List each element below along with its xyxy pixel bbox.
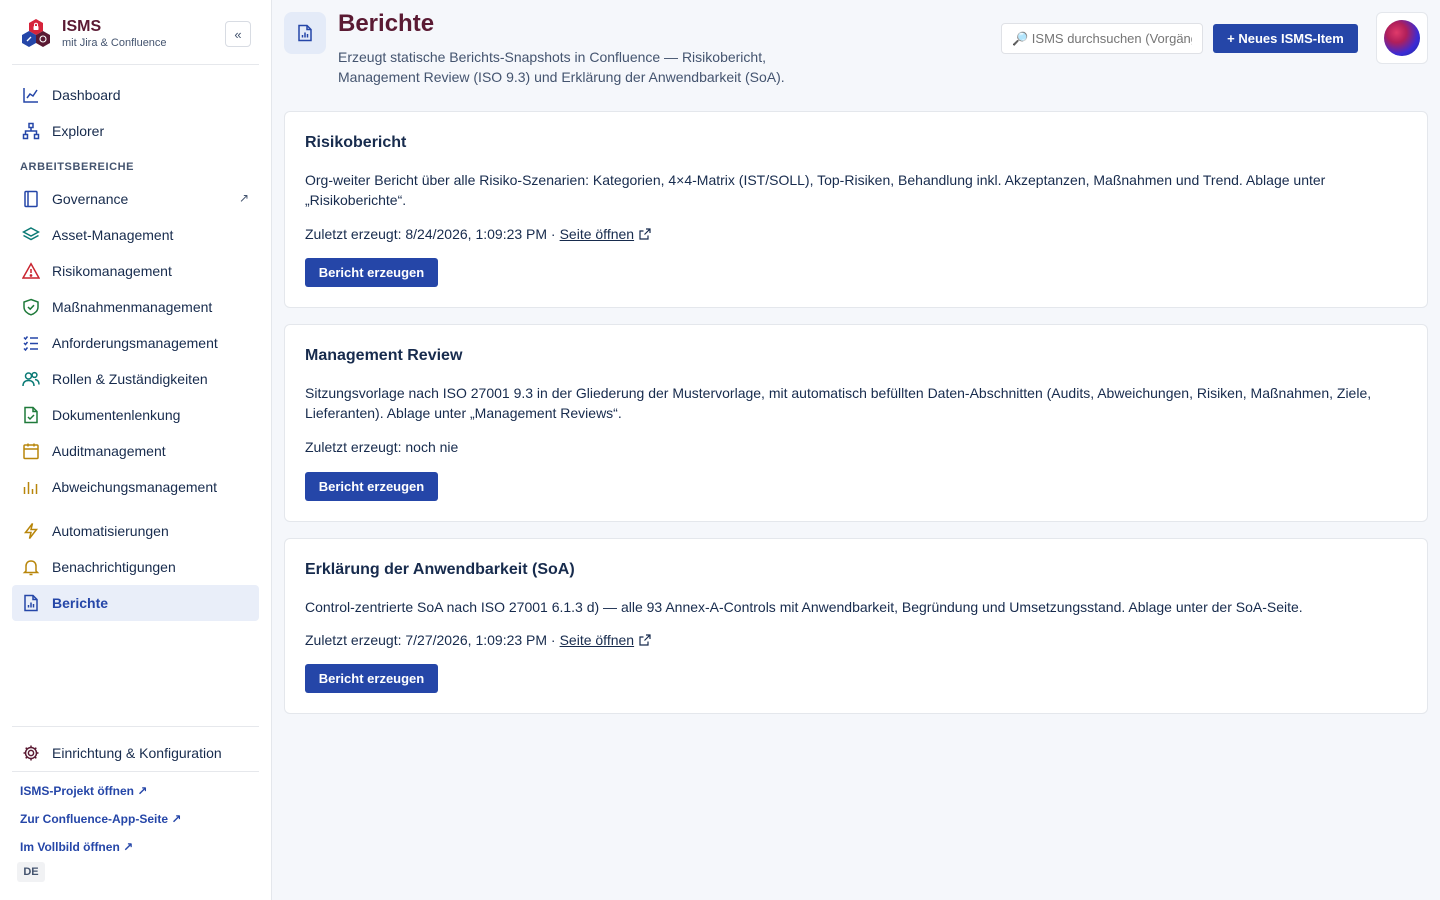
isms-logo-icon (22, 19, 50, 47)
bell-icon (22, 560, 40, 576)
document-check-icon (24, 406, 38, 424)
users-icon (22, 371, 40, 387)
generate-report-button[interactable]: Bericht erzeugen (305, 472, 438, 501)
generate-report-button[interactable]: Bericht erzeugen (305, 664, 438, 693)
sidebar: ISMS mit Jira & Confluence « Dashboard E… (0, 0, 272, 900)
language-switch[interactable]: DE (17, 862, 45, 882)
warning-icon (22, 262, 40, 279)
nav-item-notifications[interactable]: Benachrichtigungen (12, 549, 259, 585)
gear-icon (23, 745, 39, 761)
external-link-icon: ↗ (238, 191, 249, 205)
page-header-icon (284, 12, 326, 54)
nav-item-governance[interactable]: Governance ↗ (12, 181, 259, 217)
nav-item-reports[interactable]: Berichte (12, 585, 259, 621)
sidebar-divider (12, 726, 259, 727)
report-title: Management Review (305, 347, 463, 364)
report-last-generated: Zuletzt erzeugt: noch nie (305, 439, 458, 455)
report-description: Org-weiter Bericht über alle Risiko-Szen… (305, 172, 1326, 208)
open-isms-project-link[interactable]: ISMS-Projekt öffnen ↗ (20, 784, 147, 798)
external-link-icon (639, 228, 651, 240)
report-title: Risikobericht (305, 134, 407, 151)
nav-item-label: Governance (52, 191, 129, 207)
calendar-icon (23, 443, 39, 460)
nav-item-label: Benachrichtigungen (52, 559, 176, 575)
page-title: Berichte (338, 10, 435, 37)
nav-item-requirements[interactable]: Anforderungsmanagement (12, 325, 259, 361)
generate-report-button[interactable]: Bericht erzeugen (305, 258, 438, 287)
layers-icon (22, 227, 40, 241)
nav-item-dashboard[interactable]: Dashboard (12, 77, 259, 113)
report-card-management-review: Management Review Sitzungsvorlage nach I… (284, 324, 1428, 522)
avatar (1384, 20, 1420, 56)
nav-item-label: Automatisierungen (52, 523, 169, 539)
search-input[interactable] (1001, 23, 1203, 54)
nav-item-label: Risikomanagement (52, 263, 172, 279)
hierarchy-icon (22, 122, 40, 140)
nav-item-settings[interactable]: Einrichtung & Konfiguration (12, 735, 259, 771)
last-generated-text: Zuletzt erzeugt: 8/24/2026, 1:09:23 PM · (305, 226, 556, 242)
nav-item-risk-management[interactable]: Risikomanagement (12, 253, 259, 289)
shield-check-icon (23, 298, 39, 316)
open-confluence-app-link[interactable]: Zur Confluence-App-Seite ↗ (20, 812, 181, 826)
collapse-sidebar-button[interactable]: « (225, 21, 251, 47)
nav-item-label: Einrichtung & Konfiguration (52, 745, 222, 761)
report-last-generated: Zuletzt erzeugt: 8/24/2026, 1:09:23 PM ·… (305, 226, 651, 242)
last-generated-text: Zuletzt erzeugt: 7/27/2026, 1:09:23 PM · (305, 632, 556, 648)
user-menu-button[interactable] (1376, 12, 1428, 64)
report-last-generated: Zuletzt erzeugt: 7/27/2026, 1:09:23 PM ·… (305, 632, 651, 648)
external-link-icon (639, 634, 651, 646)
new-isms-item-button[interactable]: + Neues ISMS-Item (1213, 24, 1358, 53)
sidebar-divider (12, 771, 259, 772)
report-icon (24, 594, 38, 612)
chart-line-icon (23, 88, 38, 103)
brand-title: ISMS (62, 18, 102, 35)
nav-item-label: Maßnahmenmanagement (52, 299, 213, 315)
nav-item-label: Dokumentenlenkung (52, 407, 181, 423)
nav-item-label: Auditmanagement (52, 443, 166, 459)
checklist-icon (23, 336, 38, 352)
last-generated-text: Zuletzt erzeugt: noch nie (305, 439, 459, 455)
open-page-link[interactable]: Seite öffnen (560, 226, 634, 242)
nav-item-label: Anforderungsmanagement (52, 335, 218, 351)
nav-item-label: Explorer (52, 123, 105, 139)
open-fullscreen-link[interactable]: Im Vollbild öffnen ↗ (20, 840, 133, 854)
page-description: Erzeugt statische Berichts-Snapshots in … (338, 49, 785, 85)
section-label-workspaces: ARBEITSBEREICHE (20, 161, 135, 173)
report-title: Erklärung der Anwendbarkeit (SoA) (305, 561, 575, 578)
nav-item-documents[interactable]: Dokumentenlenkung (12, 397, 259, 433)
report-card-risk: Risikobericht Org-weiter Bericht über al… (284, 111, 1428, 308)
brand-subtitle: mit Jira & Confluence (62, 37, 167, 49)
bar-chart-icon (23, 482, 38, 494)
report-description: Control-zentrierte SoA nach ISO 27001 6.… (305, 599, 1303, 615)
nav-item-measures[interactable]: Maßnahmenmanagement (12, 289, 259, 325)
nav-item-automations[interactable]: Automatisierungen (12, 513, 259, 549)
nav-item-audit[interactable]: Auditmanagement (12, 433, 259, 469)
nav-item-label: Berichte (52, 595, 109, 611)
book-icon (24, 190, 38, 208)
nav-item-deviations[interactable]: Abweichungsmanagement (12, 469, 259, 505)
nav-item-label: Abweichungsmanagement (52, 479, 217, 495)
nav-item-explorer[interactable]: Explorer (12, 113, 259, 149)
lightning-icon (23, 523, 39, 539)
brand-header: ISMS mit Jira & Confluence « (12, 12, 259, 65)
nav-item-label: Asset-Management (52, 227, 174, 243)
nav-item-label: Dashboard (52, 87, 121, 103)
report-icon (298, 24, 312, 42)
nav-item-label: Rollen & Zuständigkeiten (52, 371, 208, 387)
open-page-link[interactable]: Seite öffnen (560, 632, 634, 648)
nav-item-asset-management[interactable]: Asset-Management (12, 217, 259, 253)
report-card-soa: Erklärung der Anwendbarkeit (SoA) Contro… (284, 538, 1428, 714)
report-description: Sitzungsvorlage nach ISO 27001 9.3 in de… (305, 385, 1372, 421)
nav-item-roles[interactable]: Rollen & Zuständigkeiten (12, 361, 259, 397)
